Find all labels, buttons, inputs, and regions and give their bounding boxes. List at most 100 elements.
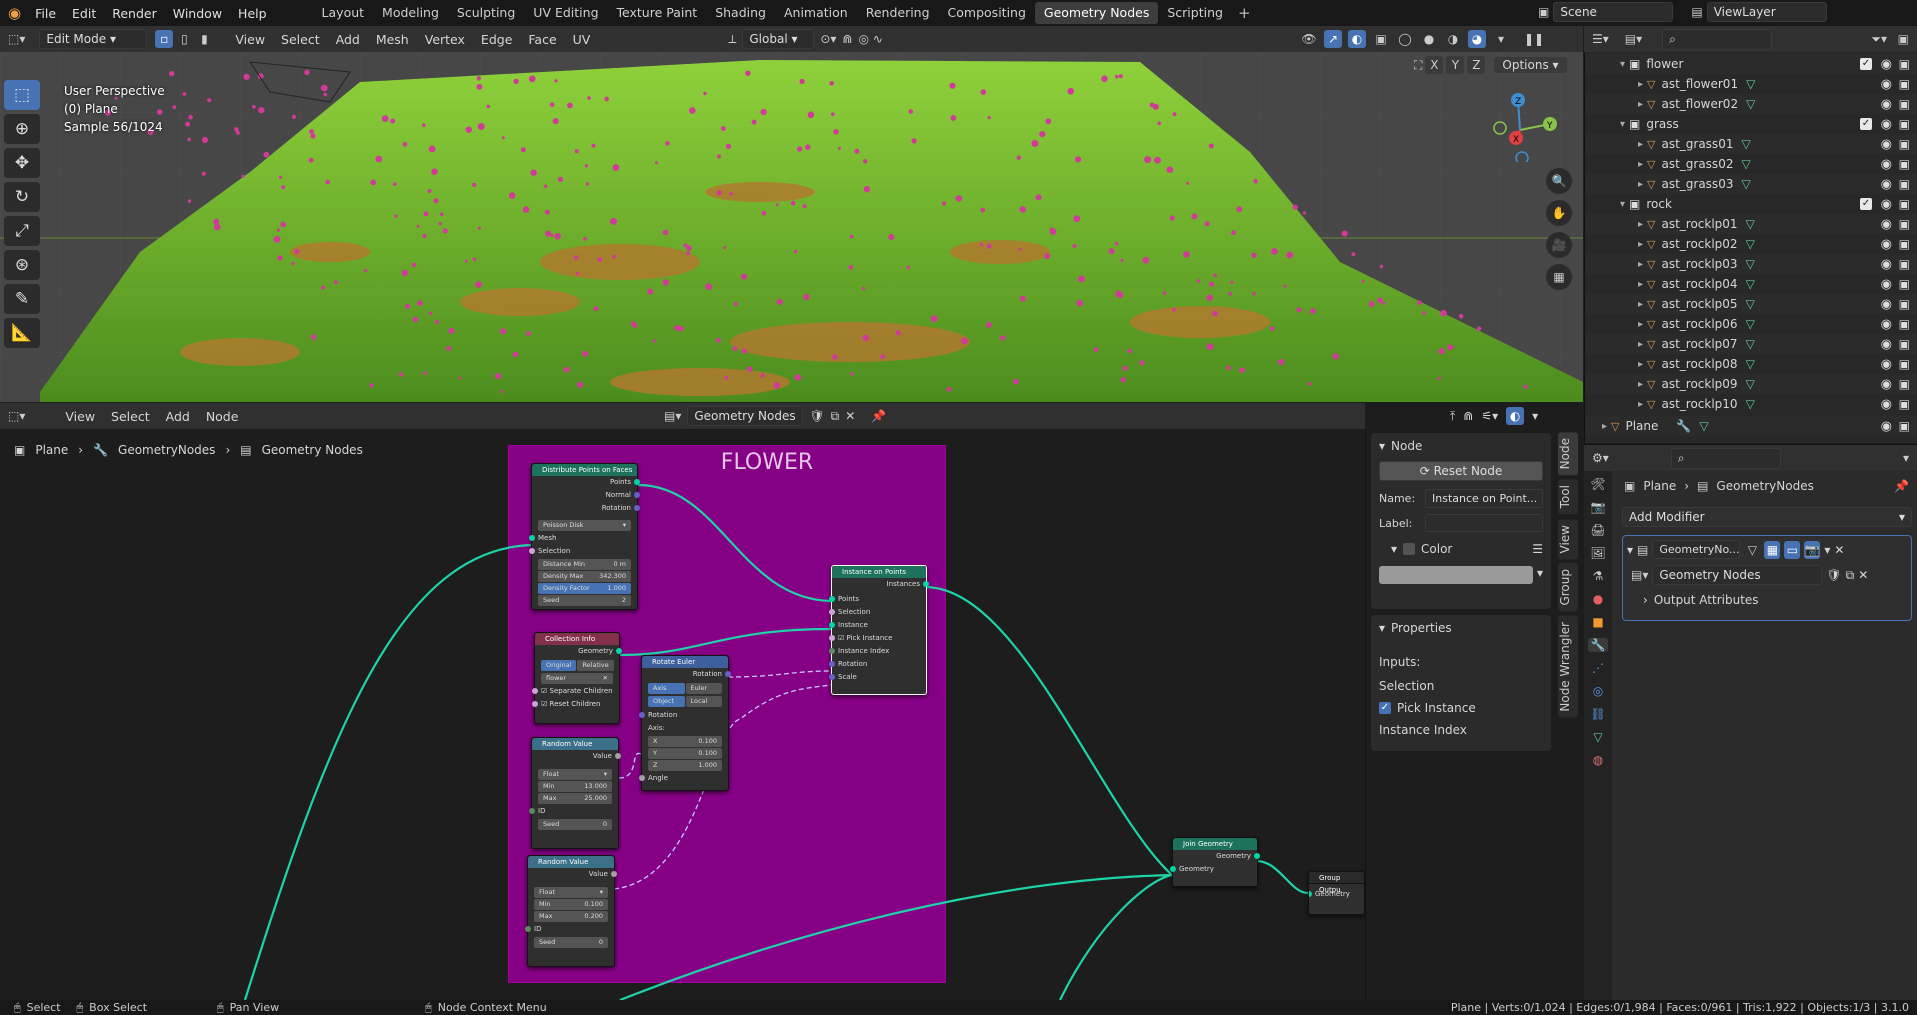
node-name-field[interactable]: Instance on Point... (1425, 489, 1543, 508)
random-value-node-2[interactable]: Random Value Value Float ▾ Min 0.100 Max 0.… (525, 855, 617, 967)
viewport-menu-select[interactable]: Select (273, 32, 328, 47)
modifier-props-icon[interactable]: 🔧 (1587, 638, 1609, 652)
eye-icon[interactable]: ◉ (1881, 77, 1892, 92)
shading-options-icon[interactable]: ▾ (1492, 30, 1510, 48)
eye-icon[interactable]: ◉ (1881, 137, 1892, 152)
tab-group[interactable]: Group (1558, 563, 1578, 612)
camera-icon[interactable]: ▣ (1899, 297, 1910, 311)
outliner-object-row[interactable]: ▸ ▽ ast_rocklp10 ▽ ◉ ▣ (1585, 394, 1917, 414)
expand-arrow-icon[interactable]: ▸ (1585, 219, 1647, 230)
menu-render[interactable]: Render (104, 6, 165, 21)
camera-icon[interactable]: ▣ (1899, 197, 1910, 211)
scene-selector[interactable]: Scene (1553, 2, 1674, 22)
camera-icon[interactable]: ▣ (1899, 357, 1910, 371)
tab-scripting[interactable]: Scripting (1158, 2, 1232, 24)
outliner-search-input[interactable]: ⌕ (1662, 28, 1773, 50)
node-panel-header[interactable]: ▾ Node (1371, 433, 1551, 459)
eye-icon[interactable]: ◉ (1881, 177, 1892, 192)
camera-icon[interactable]: ▣ (1899, 137, 1910, 151)
pause-render-icon[interactable]: ❚❚ (1524, 30, 1544, 48)
outliner-object-row[interactable]: ▸ ▽ ast_flower01 ▽ ◉ ▣ (1585, 74, 1917, 94)
tab-view[interactable]: View (1558, 518, 1578, 560)
tab-local[interactable]: Local (685, 696, 722, 707)
properties-options-icon[interactable]: ▾ (1903, 451, 1909, 465)
mode-selector[interactable]: Edit Mode ▾ (39, 29, 148, 49)
expand-arrow-icon[interactable]: ▸ (1585, 339, 1647, 350)
random-2-min-field[interactable]: Min 0.100 (534, 899, 608, 910)
node-overlay-icon[interactable]: ◐ (1506, 407, 1525, 425)
expand-arrow-icon[interactable]: ▸ (1585, 179, 1647, 190)
tab-layout[interactable]: Layout (313, 2, 374, 24)
snap-node-icon[interactable]: ⋒ (1463, 409, 1473, 423)
expand-arrow-icon[interactable]: ▸ (1585, 319, 1647, 330)
scene-props-icon[interactable]: ⚗ (1593, 569, 1604, 583)
camera-icon[interactable]: ▣ (1899, 317, 1910, 331)
tab-relative[interactable]: Relative (577, 660, 614, 671)
material-shading-icon[interactable]: ◑ (1444, 30, 1462, 48)
node-menu-node[interactable]: Node (198, 409, 247, 424)
edge-select-icon[interactable]: ▯ (175, 30, 193, 48)
physics-props-icon[interactable]: ◎ (1593, 684, 1603, 698)
camera-icon[interactable]: ▣ (1899, 377, 1910, 391)
random-1-max-field[interactable]: Max 25.000 (538, 793, 612, 804)
tab-texture-paint[interactable]: Texture Paint (608, 2, 707, 24)
random-1-seed-field[interactable]: Seed 0 (538, 819, 612, 830)
eye-icon[interactable]: ◉ (1881, 237, 1892, 252)
tab-euler[interactable]: Euler (685, 683, 722, 694)
node-group-selector[interactable]: Geometry Nodes (1652, 565, 1823, 585)
modifier-name-field[interactable]: GeometryNo... (1652, 540, 1741, 559)
instance-on-points-node[interactable]: Instance on Points Instances Points Sele… (829, 565, 929, 695)
outliner-object-row[interactable]: ▸ ▽ ast_rocklp03 ▽ ◉ ▣ (1585, 254, 1917, 274)
wireframe-shading-icon[interactable]: ◯ (1396, 30, 1414, 48)
tab-animation[interactable]: Animation (775, 2, 857, 24)
eye-icon[interactable]: ◉ (1881, 277, 1892, 292)
outliner-editor-type-icon[interactable]: ☰▾ (1584, 32, 1617, 46)
measure-tool-icon[interactable]: 📐 (4, 318, 40, 348)
tab-original[interactable]: Original (541, 660, 577, 671)
expand-arrow-icon[interactable]: ▾ (1585, 119, 1629, 130)
outliner-object-row[interactable]: ▸ ▽ ast_grass03 ▽ ◉ ▣ (1585, 174, 1917, 194)
axis-z-toggle[interactable]: Z (1467, 56, 1486, 74)
node-tree-type-icon[interactable]: ▤▾ (664, 409, 681, 423)
object-props-icon[interactable]: ■ (1592, 615, 1603, 629)
expand-arrow-icon[interactable]: ▸ (1585, 239, 1647, 250)
transform-orientation-selector[interactable]: Global ▾ (742, 29, 815, 49)
unlink-tree-icon[interactable]: ✕ (845, 409, 855, 423)
tool-props-icon[interactable]: 🛠 (1590, 477, 1605, 491)
add-workspace-icon[interactable]: + (1232, 4, 1257, 22)
remove-modifier-icon[interactable]: ✕ (1834, 543, 1844, 557)
pivot-icon[interactable]: ⊙▾ (820, 32, 836, 46)
outliner-object-row[interactable]: ▸ ▽ ast_grass02 ▽ ◉ ▣ (1585, 154, 1917, 174)
exclude-checkbox[interactable]: ✓ (1860, 118, 1872, 130)
distribute-points-node[interactable]: Distribute Points on Faces Points Normal… (529, 463, 640, 610)
camera-icon[interactable]: ▣ (1899, 397, 1910, 411)
node-menu-select[interactable]: Select (103, 409, 158, 424)
camera-icon[interactable]: ▣ (1899, 77, 1910, 91)
outliner-object-row[interactable]: ▸ ▽ ast_rocklp09 ▽ ◉ ▣ (1585, 374, 1917, 394)
world-props-icon[interactable]: ● (1593, 592, 1603, 606)
editor-type-icon[interactable]: ⬚▾ (0, 32, 33, 46)
ortho-grid-icon[interactable]: ▦ (1546, 264, 1572, 290)
viewport-toggle-icon[interactable]: ▭ (1784, 540, 1801, 559)
solid-shading-icon[interactable]: ● (1420, 30, 1438, 48)
properties-editor-type-icon[interactable]: ⚙▾ (1584, 451, 1617, 465)
collection-field[interactable]: flower ✕ (541, 673, 613, 684)
camera-icon[interactable]: ▣ (1899, 177, 1910, 191)
outliner-object-row[interactable]: ▸ ▽ ast_rocklp08 ▽ ◉ ▣ (1585, 354, 1917, 374)
camera-icon[interactable]: ▣ (1899, 97, 1910, 111)
duplicate-tree-icon[interactable]: ⧉ (831, 409, 840, 424)
menu-help[interactable]: Help (230, 6, 275, 21)
exclude-checkbox[interactable]: ✓ (1860, 198, 1872, 210)
outliner-object-row[interactable]: ▸ ▽ ast_rocklp04 ▽ ◉ ▣ (1585, 274, 1917, 294)
node-tree-selector[interactable]: Geometry Nodes (687, 406, 804, 426)
color-presets-icon[interactable]: ☰ (1532, 542, 1543, 556)
node-tree-icon[interactable]: ▤▾ (1631, 568, 1648, 582)
duplicate-icon[interactable]: ⧉ (1846, 568, 1855, 583)
pin-tree-icon[interactable]: 📌 (871, 409, 886, 423)
axis-y-field[interactable]: Y 0.100 (648, 748, 722, 759)
face-select-icon[interactable]: ▮ (195, 30, 213, 48)
tab-object[interactable]: Object (648, 696, 685, 707)
add-modifier-dropdown[interactable]: Add Modifier ▾ (1622, 507, 1912, 527)
tab-node-wrangler[interactable]: Node Wrangler (1558, 615, 1578, 718)
eye-icon[interactable]: ◉ (1881, 217, 1892, 232)
